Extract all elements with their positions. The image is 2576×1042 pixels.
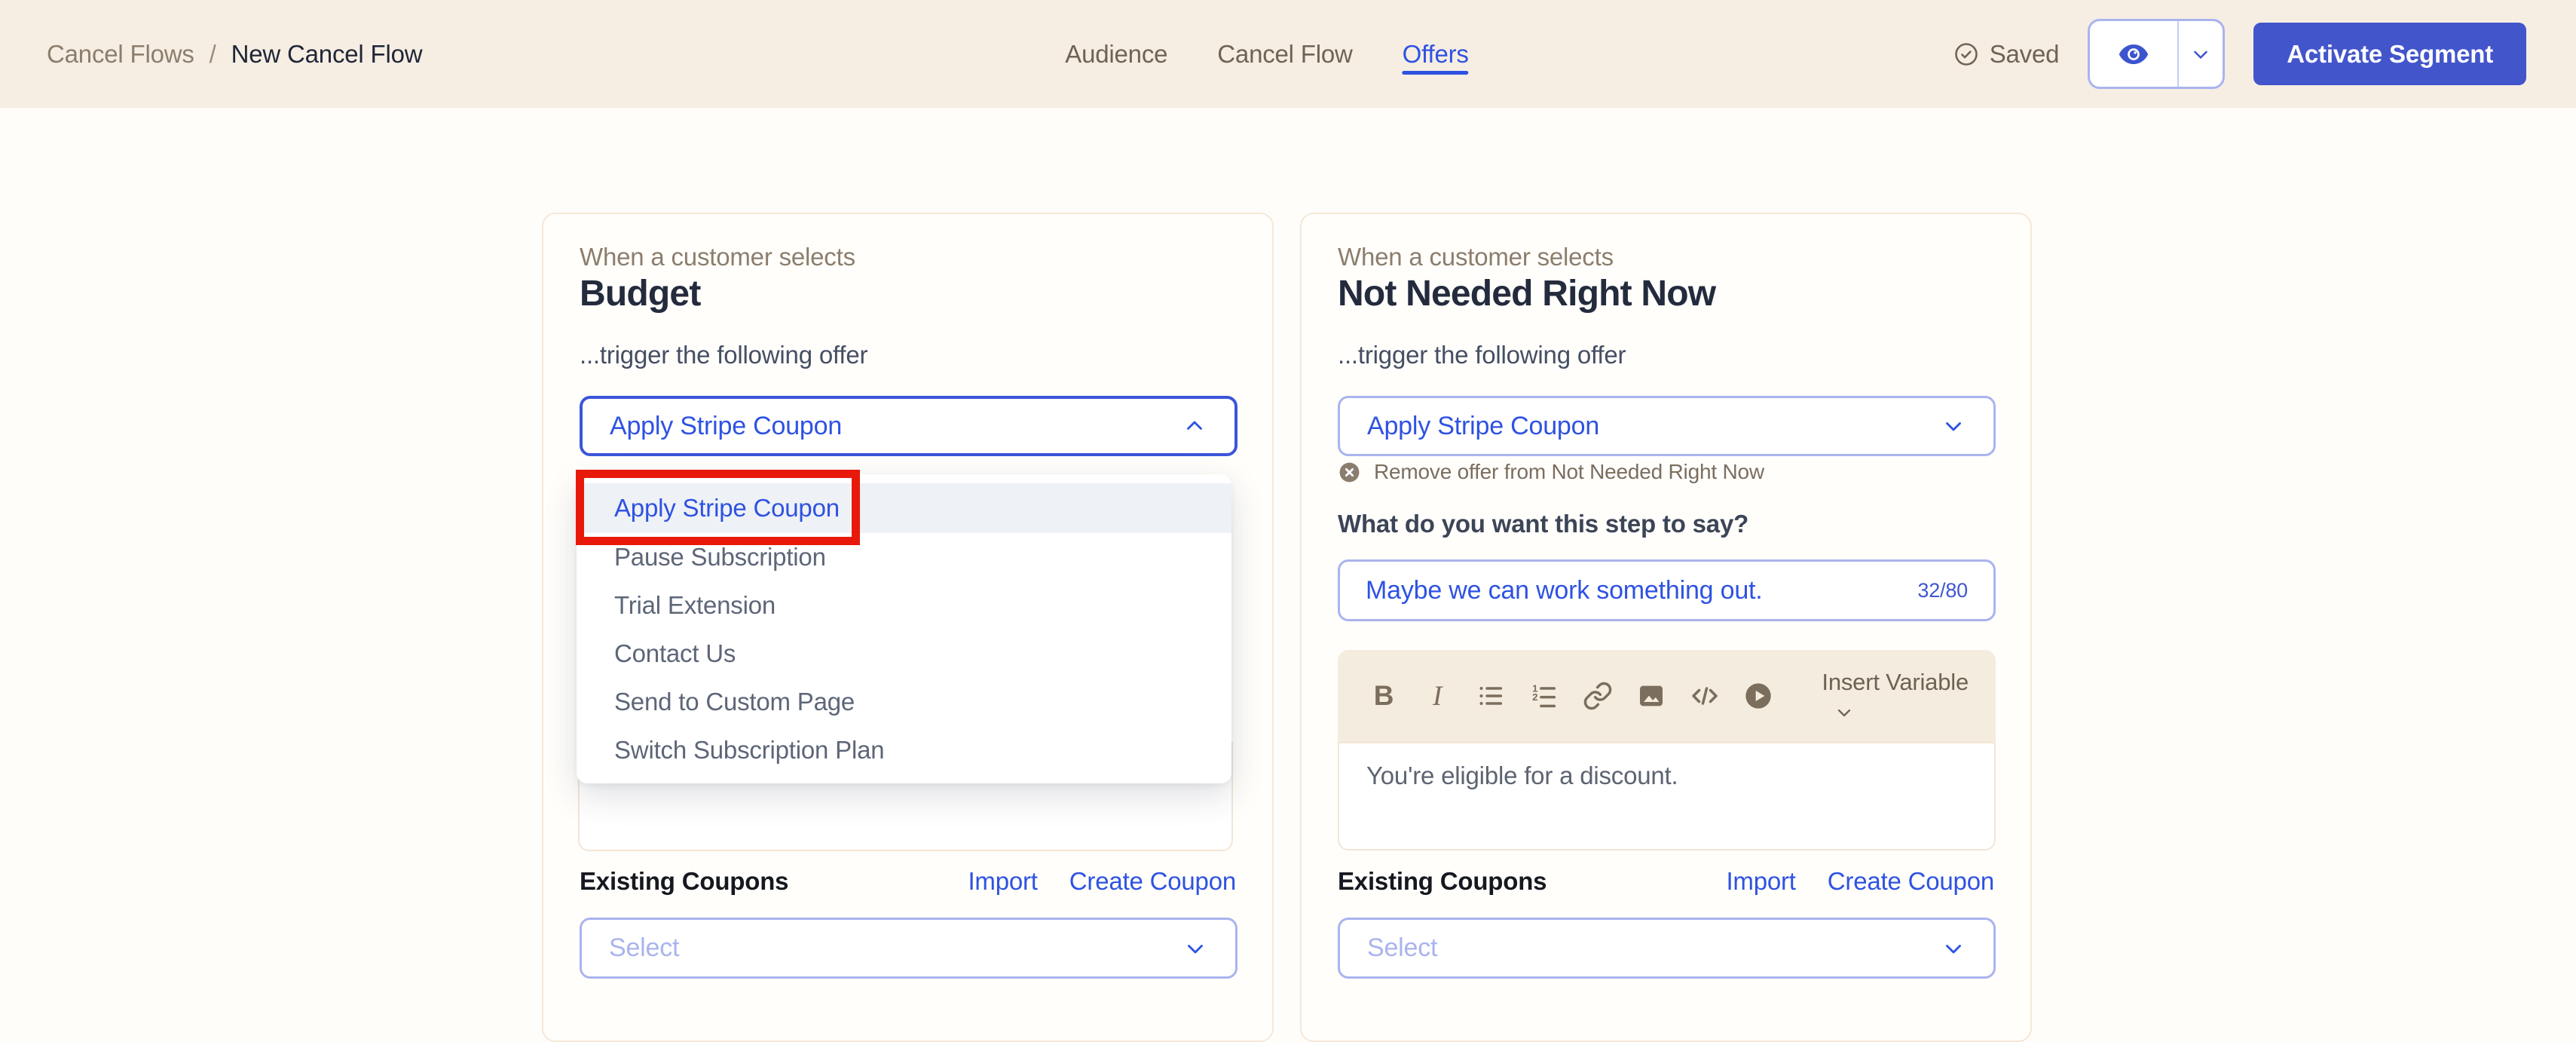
bold-icon[interactable]: B [1368,680,1400,712]
trigger-label: ...trigger the following offer [1338,341,1626,369]
char-counter: 32/80 [1917,579,1968,602]
preview-button[interactable] [2090,21,2179,87]
chevron-down-icon [1834,702,1855,723]
numbered-list-icon[interactable]: 1 2 [1528,680,1560,712]
create-coupon-link[interactable]: Create Coupon [1828,867,1994,896]
editor-body-textarea[interactable]: You're eligible for a discount. [1338,742,1996,850]
import-link[interactable]: Import [968,867,1037,896]
remove-offer-row[interactable]: Remove offer from Not Needed Right Now [1338,460,1764,484]
offer-select-value: Apply Stripe Coupon [610,412,842,441]
chevron-down-icon [1941,936,1966,961]
trigger-label: ...trigger the following offer [580,341,867,369]
top-bar: Cancel Flows / New Cancel Flow Audience … [0,0,2576,108]
breadcrumb-separator: / [210,40,216,69]
bulleted-list-icon[interactable] [1475,680,1507,712]
step-headline-input[interactable]: Maybe we can work something out. 32/80 [1338,559,1996,621]
coupon-select-placeholder: Select [1367,933,1437,963]
step-message-label: What do you want this step to say? [1338,510,1748,538]
italic-icon[interactable]: I [1421,680,1453,712]
existing-coupons-row: Existing Coupons Import Create Coupon [580,867,1236,896]
code-icon[interactable] [1689,680,1721,712]
existing-coupons-select[interactable]: Select [1338,918,1996,979]
insert-variable-label: Insert Variable [1822,669,1969,696]
step-headline-value: Maybe we can work something out. [1366,576,1763,605]
annotation-red-highlight-box [576,470,860,545]
menu-item-switch-subscription-plan[interactable]: Switch Subscription Plan [577,726,1231,774]
offer-card-budget: When a customer selects Budget ...trigge… [542,213,1274,1042]
preview-dropdown-button[interactable] [2179,21,2223,87]
breadcrumb-parent[interactable]: Cancel Flows [47,40,194,69]
activate-segment-button[interactable]: Activate Segment [2253,23,2526,85]
video-icon[interactable] [1742,680,1774,712]
breadcrumb-current: New Cancel Flow [231,40,423,69]
create-coupon-link[interactable]: Create Coupon [1069,867,1236,896]
editor-toolbar: B I 1 2 [1338,650,1996,742]
link-icon[interactable] [1582,680,1614,712]
tab-cancel-flow[interactable]: Cancel Flow [1217,0,1352,108]
chevron-down-icon [2189,43,2212,66]
saved-label: Saved [1990,40,2060,69]
existing-coupons-label: Existing Coupons [580,867,788,896]
nav-tabs: Audience Cancel Flow Offers [1065,0,1468,108]
import-link[interactable]: Import [1726,867,1795,896]
card-eyebrow: When a customer selects [1338,243,1614,271]
card-title: Not Needed Right Now [1338,273,1715,314]
coupon-select-placeholder: Select [609,933,679,963]
tab-offers[interactable]: Offers [1403,0,1469,108]
menu-item-send-to-custom-page[interactable]: Send to Custom Page [577,678,1231,726]
chevron-down-icon [1182,936,1208,961]
menu-item-contact-us[interactable]: Contact Us [577,630,1231,678]
card-eyebrow: When a customer selects [580,243,855,271]
existing-coupons-select[interactable]: Select [580,918,1238,979]
offer-select-value: Apply Stripe Coupon [1367,412,1599,441]
offer-type-select[interactable]: Apply Stripe Coupon [1338,396,1996,456]
check-circle-icon [1953,41,1980,68]
menu-item-trial-extension[interactable]: Trial Extension [577,581,1231,630]
offer-card-not-needed-right-now: When a customer selects Not Needed Right… [1300,213,2032,1042]
existing-coupons-label: Existing Coupons [1338,867,1547,896]
card-title: Budget [580,273,701,314]
rich-text-editor: B I 1 2 [1338,650,1996,850]
saved-indicator: Saved [1953,40,2060,69]
eye-icon [2116,37,2151,72]
existing-coupons-row: Existing Coupons Import Create Coupon [1338,867,1994,896]
tab-audience[interactable]: Audience [1065,0,1167,108]
insert-variable-button[interactable]: Insert Variable [1822,669,1969,723]
chevron-down-icon [1941,413,1966,439]
svg-text:2: 2 [1532,691,1537,703]
remove-offer-label: Remove offer from Not Needed Right Now [1374,460,1764,484]
image-icon[interactable] [1635,680,1667,712]
offer-type-select[interactable]: Apply Stripe Coupon [580,396,1238,456]
chevron-up-icon [1182,413,1207,439]
topbar-actions: Saved [1953,0,2526,108]
breadcrumb: Cancel Flows / New Cancel Flow [47,0,422,108]
preview-split-button [2088,19,2225,89]
x-circle-icon [1338,461,1361,484]
